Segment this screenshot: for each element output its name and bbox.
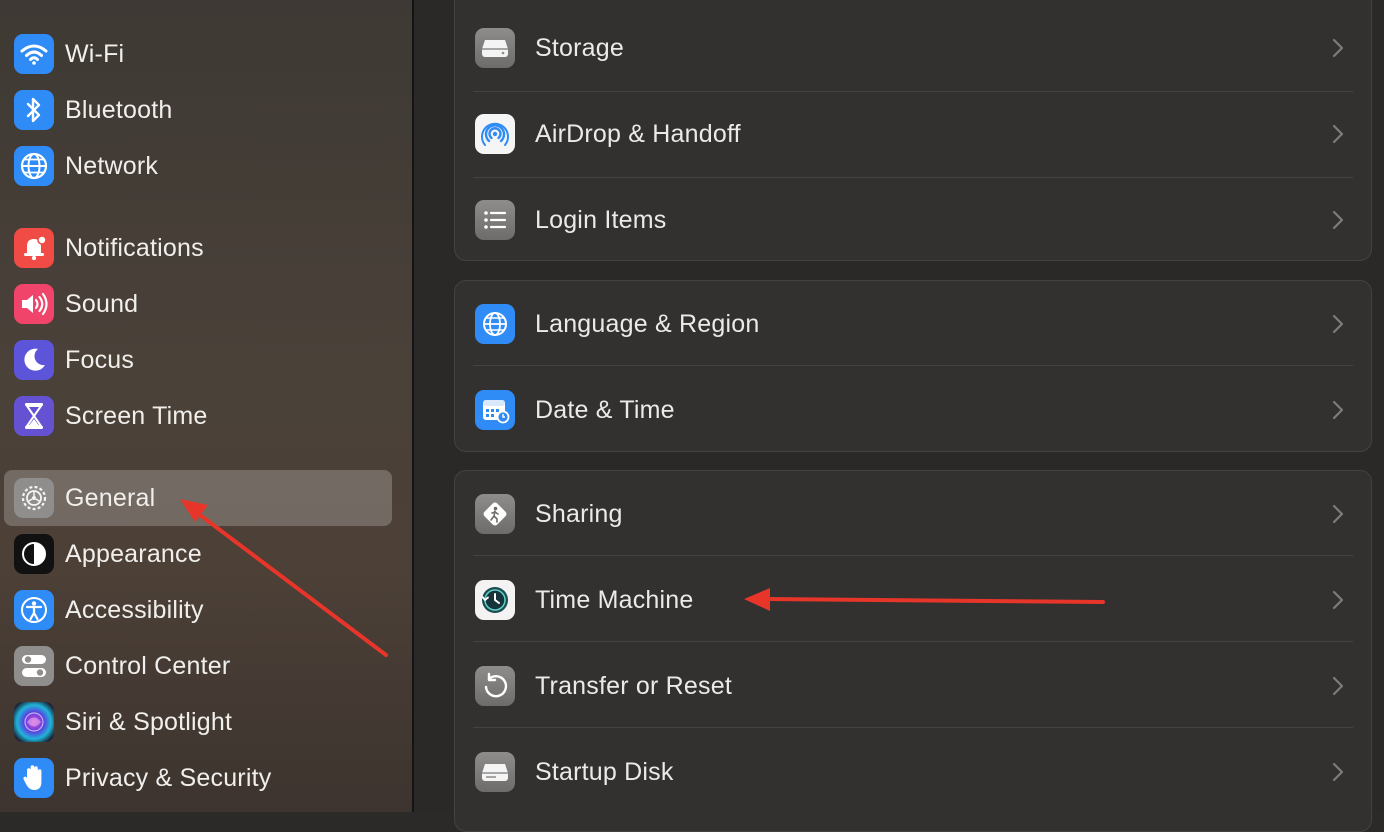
sidebar-item-label: Notifications — [65, 233, 204, 262]
row-label: Storage — [535, 33, 624, 62]
chevron-right-icon — [1332, 676, 1344, 696]
sidebar-item-bluetooth[interactable]: Bluetooth — [4, 82, 392, 138]
row-storage[interactable]: Storage — [455, 5, 1371, 91]
row-label: Login Items — [535, 205, 667, 234]
chevron-right-icon — [1332, 314, 1344, 334]
toggles-icon — [14, 646, 54, 686]
bell-icon — [14, 228, 54, 268]
disk-icon — [475, 752, 515, 792]
list-icon — [475, 200, 515, 240]
sidebar-item-network[interactable]: Network — [4, 138, 392, 194]
row-separator — [473, 641, 1353, 642]
row-separator — [473, 727, 1353, 728]
row-label: Time Machine — [535, 585, 694, 614]
sidebar-item-screen-time[interactable]: Screen Time — [4, 388, 392, 444]
chevron-right-icon — [1332, 38, 1344, 58]
sidebar: Wi-Fi Bluetooth Network Notifications So… — [0, 0, 412, 812]
moon-icon — [14, 340, 54, 380]
row-time-machine[interactable]: Time Machine — [455, 557, 1371, 643]
row-label: Language & Region — [535, 309, 760, 338]
sidebar-item-label: Bluetooth — [65, 95, 173, 124]
sidebar-item-control-center[interactable]: Control Center — [4, 638, 392, 694]
sidebar-item-label: General — [65, 483, 156, 512]
speaker-icon — [14, 284, 54, 324]
calendar-clock-icon — [475, 390, 515, 430]
sidebar-item-siri-spotlight[interactable]: Siri & Spotlight — [4, 694, 392, 750]
sidebar-item-label: Wi-Fi — [65, 39, 125, 68]
row-label: Transfer or Reset — [535, 671, 732, 700]
sidebar-item-focus[interactable]: Focus — [4, 332, 392, 388]
storage-icon — [475, 28, 515, 68]
sidebar-item-sound[interactable]: Sound — [4, 276, 392, 332]
sidebar-item-notifications[interactable]: Notifications — [4, 220, 392, 276]
sidebar-item-wifi[interactable]: Wi-Fi — [4, 26, 392, 82]
chevron-right-icon — [1332, 400, 1344, 420]
chevron-right-icon — [1332, 762, 1344, 782]
globe-icon — [14, 146, 54, 186]
gear-icon — [14, 478, 54, 518]
row-label: AirDrop & Handoff — [535, 119, 741, 148]
bluetooth-icon — [14, 90, 54, 130]
siri-icon — [14, 702, 54, 742]
chevron-right-icon — [1332, 210, 1344, 230]
sidebar-item-accessibility[interactable]: Accessibility — [4, 582, 392, 638]
sidebar-item-appearance[interactable]: Appearance — [4, 526, 392, 582]
row-startup-disk[interactable]: Startup Disk — [455, 729, 1371, 815]
sidebar-item-label: Appearance — [65, 539, 202, 568]
sharing-icon — [475, 494, 515, 534]
wifi-icon — [14, 34, 54, 74]
sidebar-item-label: Network — [65, 151, 159, 180]
sharing-group: Sharing Time Machine Transfer or Reset S… — [454, 470, 1372, 832]
sidebar-item-label: Focus — [65, 345, 135, 374]
airdrop-icon — [475, 114, 515, 154]
row-separator — [473, 365, 1353, 366]
chevron-right-icon — [1332, 124, 1344, 144]
appearance-icon — [14, 534, 54, 574]
time-machine-icon — [475, 580, 515, 620]
sidebar-item-label: Control Center — [65, 651, 231, 680]
globe-icon — [475, 304, 515, 344]
main-content: Storage AirDrop & Handoff Login Items La… — [414, 0, 1384, 832]
sidebar-item-label: Sound — [65, 289, 139, 318]
sidebar-item-label: Privacy & Security — [65, 763, 272, 792]
sidebar-item-label: Accessibility — [65, 595, 204, 624]
row-sharing[interactable]: Sharing — [455, 471, 1371, 557]
chevron-right-icon — [1332, 590, 1344, 610]
sidebar-item-general[interactable]: General — [4, 470, 392, 526]
hourglass-icon — [14, 396, 54, 436]
sidebar-item-label: Screen Time — [65, 401, 208, 430]
row-label: Date & Time — [535, 395, 675, 424]
accessibility-icon — [14, 590, 54, 630]
row-airdrop-handoff[interactable]: AirDrop & Handoff — [455, 91, 1371, 177]
row-language-region[interactable]: Language & Region — [455, 281, 1371, 367]
chevron-right-icon — [1332, 504, 1344, 524]
row-date-time[interactable]: Date & Time — [455, 367, 1371, 453]
row-transfer-reset[interactable]: Transfer or Reset — [455, 643, 1371, 729]
sidebar-item-label: Siri & Spotlight — [65, 707, 233, 736]
reset-icon — [475, 666, 515, 706]
language-group: Language & Region Date & Time — [454, 280, 1372, 452]
hand-icon — [14, 758, 54, 798]
storage-group: Storage AirDrop & Handoff Login Items — [454, 0, 1372, 261]
row-label: Startup Disk — [535, 757, 674, 786]
row-separator — [473, 555, 1353, 556]
row-login-items[interactable]: Login Items — [455, 177, 1371, 263]
sidebar-item-privacy-security[interactable]: Privacy & Security — [4, 750, 392, 806]
row-label: Sharing — [535, 499, 623, 528]
